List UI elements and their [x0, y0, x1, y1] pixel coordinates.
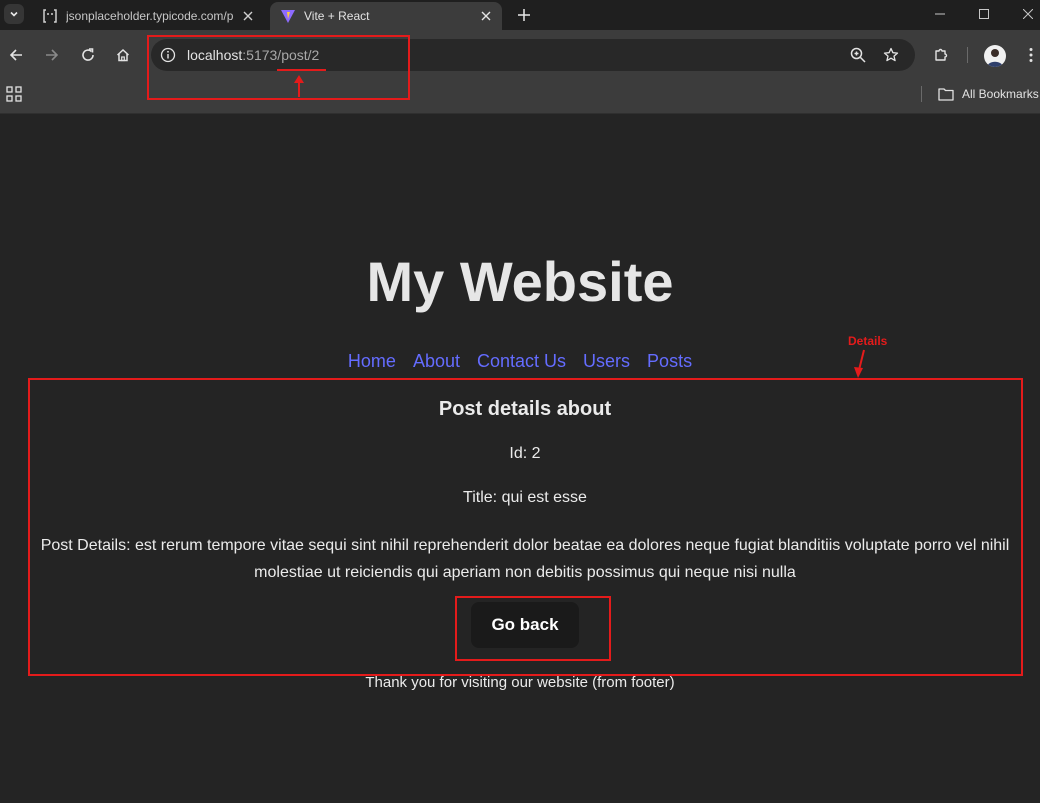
minimize-icon — [935, 13, 945, 15]
minimize-button[interactable] — [925, 4, 955, 24]
post-title: Title: qui est esse — [463, 489, 587, 506]
nav-link-about[interactable]: About — [413, 350, 460, 372]
browser-toolbar: localhost:5173/post/2 — [0, 30, 1040, 80]
home-icon — [116, 48, 130, 62]
address-bar[interactable]: localhost:5173/post/2 — [151, 39, 915, 71]
arrow-right-icon — [46, 49, 59, 61]
avatar-icon — [987, 49, 1003, 67]
tab-search-button[interactable] — [4, 4, 24, 24]
url-host: localhost — [187, 47, 243, 63]
url-path: :5173/post/2 — [242, 47, 320, 63]
close-icon[interactable] — [478, 8, 494, 24]
post-details-section: Post details about Id: 2 Title: qui est … — [30, 380, 1020, 648]
post-details-heading: Post details about — [438, 398, 612, 420]
site-footer: Thank you for visiting our website (from… — [365, 674, 675, 691]
apps-grid-icon[interactable] — [6, 86, 22, 102]
arrow-left-icon — [9, 49, 22, 61]
tab-jsonplaceholder[interactable]: jsonplaceholder.typicode.com/p — [32, 2, 264, 30]
tab-strip: jsonplaceholder.typicode.com/p Vite + Re… — [0, 0, 1040, 30]
bookmark-star-button[interactable] — [881, 45, 901, 65]
puzzle-icon — [935, 48, 948, 61]
new-tab-button[interactable] — [514, 5, 534, 25]
go-back-button[interactable]: Go back — [471, 602, 579, 648]
nav-link-contact-us[interactable]: Contact Us — [477, 350, 566, 372]
close-icon — [1023, 9, 1033, 19]
reload-button[interactable] — [76, 43, 100, 67]
more-vert-icon — [1029, 48, 1033, 62]
profile-avatar[interactable] — [984, 45, 1006, 67]
folder-icon — [938, 88, 954, 101]
bookmarks-divider — [921, 86, 922, 102]
close-icon[interactable] — [240, 8, 256, 24]
tab-title: Vite + React — [304, 9, 370, 23]
page-viewport: My Website Home About Contact Us Users P… — [0, 114, 1040, 803]
back-button[interactable] — [4, 43, 28, 67]
menu-button[interactable] — [1019, 43, 1040, 67]
star-icon — [883, 47, 899, 62]
post-body: Post Details: est rerum tempore vitae se… — [40, 537, 1010, 581]
reload-icon — [82, 48, 94, 61]
tab-vite-react[interactable]: Vite + React — [270, 2, 502, 30]
site-nav: Home About Contact Us Users Posts — [0, 350, 1040, 372]
maximize-icon — [979, 9, 989, 19]
close-window-button[interactable] — [1013, 4, 1040, 24]
nav-link-home[interactable]: Home — [348, 350, 396, 372]
bookmarks-bar: All Bookmarks — [0, 80, 1040, 114]
home-button[interactable] — [111, 43, 135, 67]
annotation-details-label: Details — [848, 334, 888, 348]
toolbar-divider — [967, 47, 968, 63]
site-title: My Website — [366, 250, 674, 313]
plus-icon — [518, 9, 530, 21]
zoom-button[interactable] — [848, 45, 868, 65]
all-bookmarks-button[interactable]: All Bookmarks — [938, 84, 1039, 104]
tab-title: jsonplaceholder.typicode.com/p — [66, 9, 234, 23]
extensions-button[interactable] — [929, 43, 953, 67]
nav-link-users[interactable]: Users — [583, 350, 630, 372]
maximize-button[interactable] — [969, 4, 999, 24]
all-bookmarks-label: All Bookmarks — [962, 87, 1039, 101]
nav-link-posts[interactable]: Posts — [647, 350, 692, 372]
forward-button[interactable] — [40, 43, 64, 67]
info-icon[interactable] — [160, 47, 176, 63]
chevron-down-icon — [10, 11, 18, 17]
jsonplaceholder-favicon-icon — [42, 8, 58, 24]
vite-favicon-icon — [280, 8, 296, 24]
zoom-icon — [850, 47, 866, 63]
post-id: Id: 2 — [509, 445, 541, 462]
